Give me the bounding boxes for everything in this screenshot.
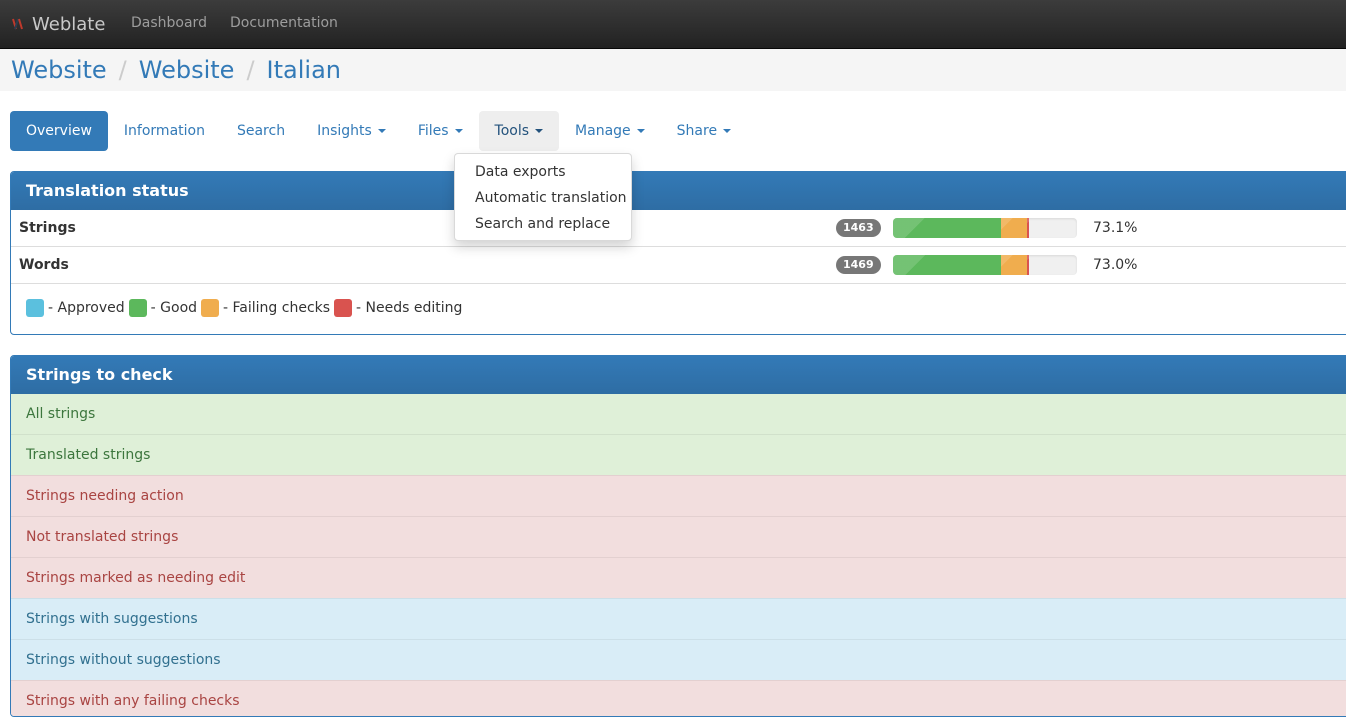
check-list-item[interactable]: Translated strings: [11, 434, 1346, 475]
count-badge: 1463: [836, 219, 881, 237]
top-navbar: Weblate Dashboard Documentation: [0, 0, 1346, 49]
progress-good: [893, 255, 1001, 275]
legend-label: - Failing checks: [223, 300, 331, 316]
breadcrumb-language[interactable]: Italian: [267, 50, 341, 91]
weblate-logo-icon: [10, 16, 26, 32]
tab-manage[interactable]: Manage: [559, 111, 661, 151]
check-list-item[interactable]: All strings: [11, 394, 1346, 434]
legend-label: - Approved: [48, 300, 125, 316]
status-label: Strings: [19, 220, 76, 236]
status-row-words: Words 1469 73.0%: [11, 246, 1346, 283]
progress-failing: [1000, 255, 1028, 275]
legend-swatch-good: [128, 299, 147, 317]
brand-name: Weblate: [32, 13, 106, 35]
status-label: Words: [19, 257, 69, 273]
breadcrumb-bar: Website / Website / Italian: [0, 49, 1346, 91]
check-list-item[interactable]: Not translated strings: [11, 516, 1346, 557]
percent-text: 73.0%: [1093, 257, 1138, 273]
menu-item-automatic-translation[interactable]: Automatic translation: [455, 185, 631, 211]
progress-good: [893, 218, 1001, 238]
breadcrumb-separator: /: [246, 55, 255, 84]
check-list-item[interactable]: Strings with suggestions: [11, 598, 1346, 639]
progress-bar: [893, 218, 1077, 238]
progress-needs-edit: [1027, 218, 1030, 238]
panel-title: Strings to check: [11, 356, 1346, 394]
legend-swatch-approved: [26, 299, 44, 317]
menu-item-data-exports[interactable]: Data exports: [455, 159, 631, 185]
progress-failing: [1000, 218, 1028, 238]
caret-down-icon: [377, 129, 386, 133]
breadcrumb-separator: /: [118, 55, 127, 84]
check-list-item[interactable]: Strings marked as needing edit: [11, 557, 1346, 598]
legend-label: - Good: [150, 300, 198, 316]
breadcrumb-component[interactable]: Website: [139, 50, 235, 91]
strings-to-check-panel: Strings to check All strings Translated s…: [10, 355, 1346, 717]
tab-share[interactable]: Share: [661, 111, 747, 151]
caret-down-icon: [636, 129, 645, 133]
caret-down-icon: [723, 129, 732, 133]
brand[interactable]: Weblate: [10, 0, 105, 48]
status-row-strings: Strings 1463 73.1%: [11, 210, 1346, 246]
check-list-item[interactable]: Strings needing action: [11, 475, 1346, 516]
check-list-item[interactable]: Strings with any failing checks: [11, 680, 1346, 716]
tab-search[interactable]: Search: [221, 111, 301, 151]
tab-insights[interactable]: Insights: [301, 111, 402, 151]
menu-item-search-and-replace[interactable]: Search and replace: [455, 211, 631, 237]
percent-text: 73.1%: [1093, 220, 1138, 236]
tab-tools[interactable]: Tools: [478, 111, 560, 151]
count-badge: 1469: [836, 256, 881, 274]
nav-dashboard-link[interactable]: Dashboard: [131, 0, 207, 48]
breadcrumb: Website / Website / Italian: [11, 49, 341, 91]
tab-information[interactable]: Information: [108, 111, 221, 151]
nav-documentation-link[interactable]: Documentation: [230, 0, 338, 48]
status-legend: - Approved - Good - Failing checks - Nee…: [11, 283, 1346, 332]
breadcrumb-project[interactable]: Website: [11, 50, 107, 91]
legend-swatch-needs-edit: [334, 299, 353, 317]
legend-label: - Needs editing: [356, 300, 463, 316]
panel-title: Translation status: [11, 172, 1346, 210]
legend-swatch-failing: [201, 299, 220, 317]
caret-down-icon: [454, 129, 463, 133]
strings-to-check-list: All strings Translated strings Strings nee…: [11, 394, 1346, 716]
progress-bar: [893, 255, 1077, 275]
translation-status-panel: Translation status Strings 1463 73.1% Wo…: [10, 171, 1346, 335]
tools-dropdown-menu: Data exports Automatic translation Searc…: [454, 153, 632, 241]
main-tabs: Overview Information Search Insights Fil…: [10, 111, 747, 151]
tab-overview[interactable]: Overview: [10, 111, 108, 151]
tab-files[interactable]: Files: [402, 111, 479, 151]
caret-down-icon: [535, 129, 544, 133]
progress-needs-edit: [1027, 255, 1030, 275]
check-list-item[interactable]: Strings without suggestions: [11, 639, 1346, 680]
